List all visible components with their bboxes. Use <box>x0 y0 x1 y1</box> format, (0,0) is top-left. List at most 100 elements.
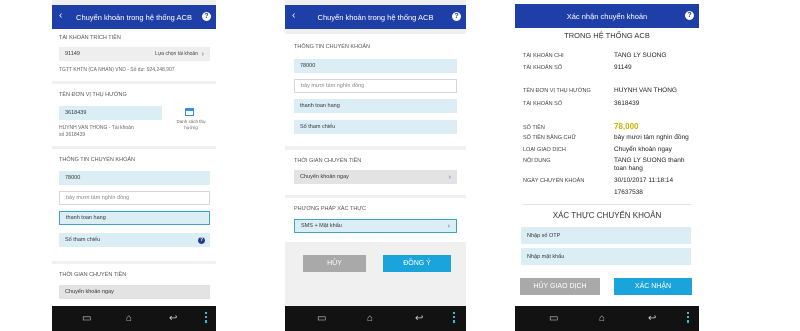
password-placeholder: Nhập mật khẩu <box>527 253 565 260</box>
auth-method-panel: PHƯƠNG PHÁP XÁC THỰC SMS + Mật khẩu › <box>285 198 466 242</box>
screen-transfer-form: ‹ Chuyển khoản trong hệ thống ACB ? TÀI … <box>52 0 216 331</box>
help-icon[interactable]: ? <box>452 12 461 21</box>
amount-words-field: bảy mươi tám nghìn đồng <box>294 79 457 93</box>
recent-apps-icon[interactable]: ▭ <box>82 313 91 324</box>
amount-words-value: bảy mươi tám nghìn đồng <box>614 134 689 141</box>
amount-input[interactable]: 78000 <box>59 171 210 185</box>
beneficiary-label: TÊN ĐƠN VỊ THỤ HƯỞNG <box>523 88 591 94</box>
confirm-button[interactable]: XÁC NHẬN <box>614 278 692 295</box>
transaction-type-label: LOẠI GIAO DỊCH <box>523 147 566 153</box>
amount-words-field: bảy mươi tám nghìn đồng <box>59 191 210 205</box>
home-icon[interactable]: ⌂ <box>126 313 132 324</box>
app-header: Xác nhận chuyển khoản ? <box>515 4 699 28</box>
android-nav-bar: ▭ ⌂ ↩ <box>285 306 466 331</box>
reference-placeholder: Số tham chiếu <box>65 237 101 243</box>
reference-input[interactable]: Số tham chiếu <box>294 120 457 134</box>
account-no-label: TÀI KHOẢN SỐ <box>523 65 563 71</box>
content-value: thanh toan hang <box>300 103 340 109</box>
section-label: THỜI GIAN CHUYỂN TIỀN <box>59 272 127 278</box>
date-value: 30/10/2017 11:18:14 <box>614 177 674 184</box>
header-title: Chuyển khoản trong hệ thống ACB <box>317 12 434 22</box>
transfer-time-panel: THỜI GIAN CHUYỂN TIỀN Chuyển khoản ngay … <box>285 150 466 195</box>
back-arrow-icon[interactable]: ‹ <box>59 10 62 21</box>
beneficiary-account-value: 3618439 <box>65 110 87 116</box>
content-input[interactable]: thanh toan hang <box>59 211 210 225</box>
beneficiary-info: HUYNH VAN THONG - Tài khoản số 3618439 <box>59 125 134 138</box>
section-title: TRONG HỆ THỐNG ACB <box>564 31 650 40</box>
chevron-right-icon: › <box>447 222 450 230</box>
screen-transfer-confirmation: Xác nhận chuyển khoản ? TRONG HỆ THỐNG A… <box>515 0 699 331</box>
android-nav-bar: ▭ ⌂ ↩ <box>52 306 216 331</box>
debit-account-name: TANG LY SUONG <box>614 52 667 59</box>
reference-input[interactable]: Số tham chiếu ? <box>59 233 210 247</box>
transfer-info-panel: THÔNG TIN CHUYỂN KHOẢN 78000 bảy mươi tá… <box>285 34 466 146</box>
home-icon[interactable]: ⌂ <box>367 313 373 324</box>
chevron-right-icon: › <box>448 173 451 181</box>
content-value: TANG LY SUONG thanh toan hang <box>614 157 685 172</box>
beneficiary-account-value: 3618439 <box>614 100 640 107</box>
account-number: 91149 <box>65 51 80 57</box>
transaction-type-value: Chuyển khoản ngay <box>614 146 672 153</box>
beneficiary-name: HUYNH VAN THONG <box>614 87 677 94</box>
amount-label: SỐ TIỀN <box>523 125 545 131</box>
menu-icon[interactable] <box>453 312 455 323</box>
transfer-time-selector[interactable]: Chuyển khoản ngay <box>59 285 210 299</box>
screen-transfer-form-scrolled: ‹ Chuyển khoản trong hệ thống ACB ? THÔN… <box>285 0 466 331</box>
divider <box>523 204 691 205</box>
cancel-transaction-button[interactable]: HỦY GIAO DỊCH <box>520 278 600 295</box>
help-icon[interactable]: ? <box>198 236 205 244</box>
home-icon[interactable]: ⌂ <box>599 313 605 324</box>
help-icon[interactable]: ? <box>202 12 211 21</box>
confirm-button[interactable]: ĐỒNG Ý <box>383 255 451 272</box>
app-header: ‹ Chuyển khoản trong hệ thống ACB ? <box>285 5 466 29</box>
content-input[interactable]: thanh toan hang <box>294 99 457 113</box>
transfer-time-value: Chuyển khoản ngay <box>65 289 114 295</box>
section-label: TÊN ĐƠN VỊ THỤ HƯỞNG <box>59 92 127 98</box>
beneficiary-account-label: TÀI KHOẢN SỐ <box>523 101 563 107</box>
android-nav-bar: ▭ ⌂ ↩ <box>515 306 699 331</box>
transfer-time-value: Chuyển khoản ngay <box>300 174 349 180</box>
header-title: Chuyển khoản trong hệ thống ACB <box>76 12 192 22</box>
back-arrow-icon[interactable]: ‹ <box>292 10 295 21</box>
amount-value: 78,000 <box>614 122 639 131</box>
contact-list-link[interactable]: Danh sách thụ hưởng <box>171 119 211 131</box>
back-icon[interactable]: ↩ <box>169 313 177 324</box>
auth-method-selector[interactable]: SMS + Mật khẩu › <box>294 219 457 233</box>
debit-account-label: TÀI KHOẢN CHI <box>523 53 564 59</box>
account-no-value: 91149 <box>614 64 632 71</box>
chevron-right-icon: › <box>201 50 204 58</box>
section-label: THỜI GIAN CHUYỂN TIỀN <box>294 158 362 164</box>
beneficiary-account-input[interactable]: 3618439 <box>59 106 162 120</box>
menu-icon[interactable] <box>205 312 207 323</box>
amount-value: 78000 <box>65 175 81 181</box>
amount-words-label: SỐ TIỀN BẰNG CHỮ <box>523 135 577 141</box>
otp-placeholder: Nhập số OTP <box>527 232 561 239</box>
amount-words: bảy mươi tám nghìn đồng <box>301 83 365 89</box>
cancel-button[interactable]: HỦY <box>303 255 366 272</box>
otp-input[interactable]: Nhập số OTP <box>521 227 691 244</box>
auth-method-value: SMS + Mật khẩu <box>301 223 342 229</box>
content-value: thanh toan hang <box>66 215 106 221</box>
section-label: PHƯƠNG PHÁP XÁC THỰC <box>294 206 366 212</box>
recent-apps-icon[interactable]: ▭ <box>317 313 326 324</box>
content-label: NỘI DUNG <box>523 158 551 164</box>
help-icon[interactable]: ? <box>685 11 694 20</box>
reference-value: 17637538 <box>614 189 643 196</box>
section-label: TÀI KHOẢN TRÍCH TIỀN <box>59 35 121 41</box>
account-selector[interactable]: 91149 Lựa chọn tài khoản › <box>59 47 210 61</box>
transfer-time-selector[interactable]: Chuyển khoản ngay › <box>294 170 457 184</box>
recent-apps-icon[interactable]: ▭ <box>549 313 558 324</box>
amount-input[interactable]: 78000 <box>294 59 457 73</box>
calendar-icon[interactable] <box>185 108 194 116</box>
transfer-time-panel: THỜI GIAN CHUYỂN TIỀN Chuyển khoản ngay <box>52 264 216 309</box>
back-icon[interactable]: ↩ <box>415 313 423 324</box>
menu-icon[interactable] <box>687 312 689 323</box>
debit-account-panel: TÀI KHOẢN TRÍCH TIỀN 91149 Lựa chọn tài … <box>52 29 216 81</box>
amount-value: 78000 <box>300 63 316 69</box>
password-input[interactable]: Nhập mật khẩu <box>521 248 691 265</box>
transfer-info-panel: THÔNG TIN CHUYỂN KHOẢN 78000 bảy mươi tá… <box>52 149 216 261</box>
back-icon[interactable]: ↩ <box>648 313 656 324</box>
auth-title: XÁC THỰC CHUYỂN KHOẢN <box>552 211 662 220</box>
header-title: Xác nhận chuyển khoản <box>566 11 648 21</box>
select-account-link[interactable]: Lựa chọn tài khoản <box>155 51 198 57</box>
